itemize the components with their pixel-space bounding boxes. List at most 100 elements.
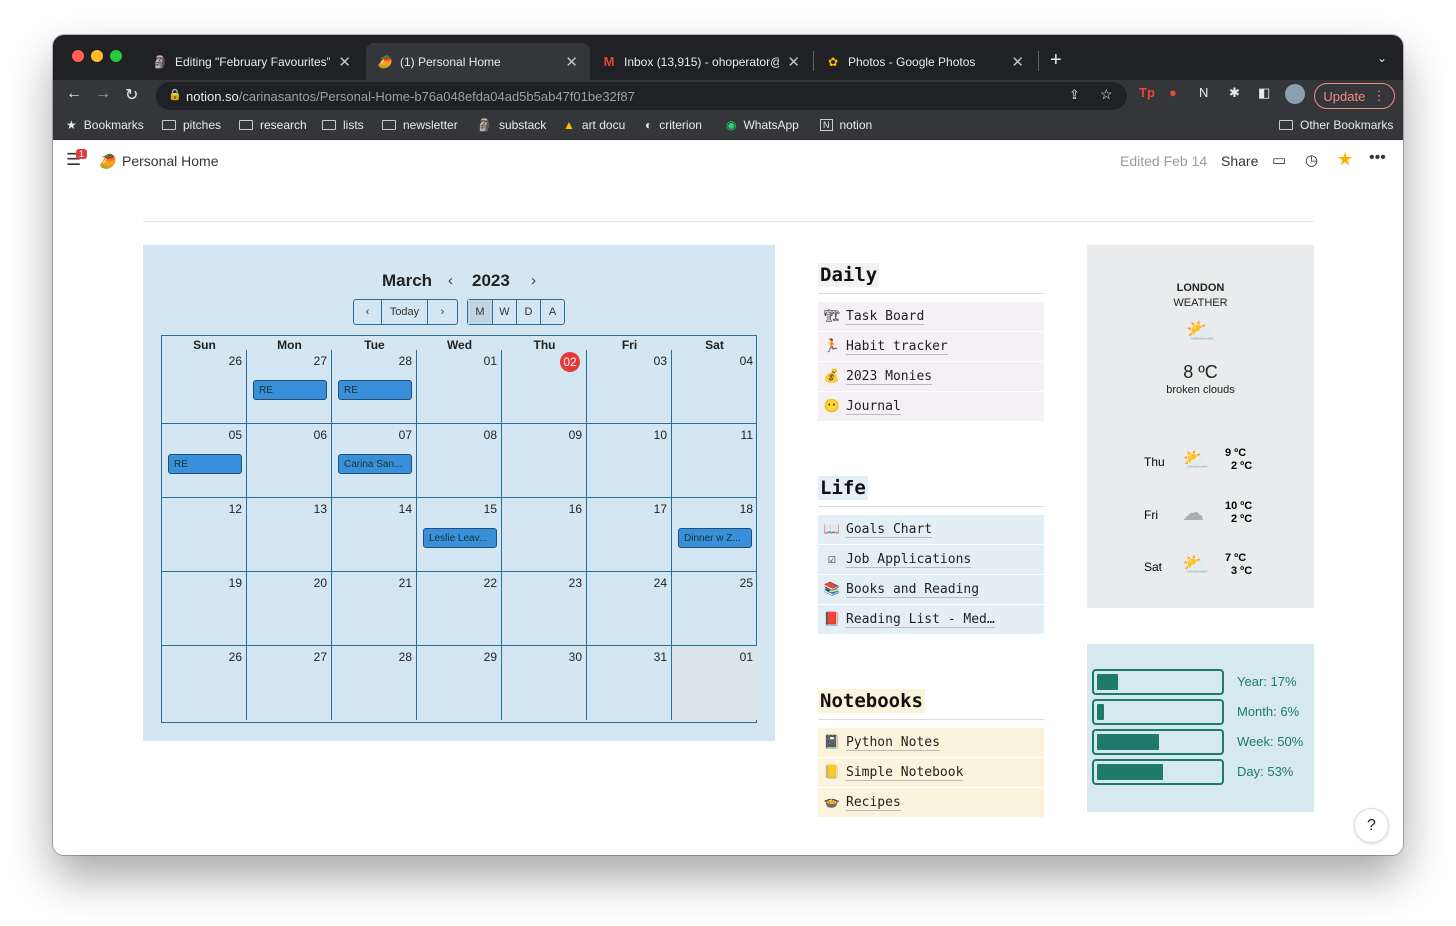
bookmark-star-icon[interactable]: ☆ xyxy=(1100,86,1113,103)
calendar-event[interactable]: Dinner w Z... xyxy=(678,528,752,548)
view-agenda-button[interactable]: A xyxy=(541,300,564,324)
side-panel-icon[interactable]: ◧ xyxy=(1258,85,1270,101)
bookmark-item[interactable]: ★ Bookmarks xyxy=(66,118,144,132)
calendar-day-cell[interactable]: 23 xyxy=(502,572,587,646)
profile-avatar[interactable] xyxy=(1285,84,1305,104)
extension-hand-icon[interactable]: ● xyxy=(1169,85,1177,100)
calendar-event[interactable]: RE xyxy=(168,454,242,474)
update-button[interactable]: Update ⋮ xyxy=(1314,83,1395,109)
browser-tab[interactable]: M Inbox (13,915) - ohoperator@g ✕ xyxy=(590,43,812,80)
calendar-event[interactable]: Leslie Leav... xyxy=(423,528,497,548)
close-window-button[interactable] xyxy=(72,50,84,62)
page-link[interactable]: 📕 Reading List - Med… xyxy=(818,605,1044,634)
calendar-day-cell[interactable]: 01 xyxy=(417,350,502,424)
page-link[interactable]: 📚 Books and Reading xyxy=(818,575,1044,604)
view-day-button[interactable]: D xyxy=(517,300,541,324)
more-options-icon[interactable]: ••• xyxy=(1369,149,1386,167)
reload-icon[interactable]: ↻ xyxy=(125,85,138,105)
calendar-day-cell[interactable]: 24 xyxy=(587,572,672,646)
today-button[interactable]: Today xyxy=(382,300,428,324)
view-month-button[interactable]: M xyxy=(468,300,493,324)
calendar-day-cell[interactable]: 31 xyxy=(587,646,672,720)
calendar-event[interactable]: Carina San... xyxy=(338,454,412,474)
calendar-day-cell[interactable]: 03 xyxy=(587,350,672,424)
bookmark-folder[interactable]: newsletter xyxy=(382,118,458,132)
calendar-day-cell[interactable]: 10 xyxy=(587,424,672,498)
calendar-day-cell[interactable]: 26 xyxy=(162,350,247,424)
calendar-day-cell[interactable]: 14 xyxy=(332,498,417,572)
next-month-button[interactable]: › xyxy=(428,300,457,324)
extension-tp-icon[interactable]: Tp xyxy=(1139,85,1155,100)
extension-notion-icon[interactable]: N xyxy=(1199,85,1208,100)
calendar-day-cell[interactable]: 12 xyxy=(162,498,247,572)
calendar-day-cell[interactable]: 06 xyxy=(247,424,332,498)
forward-arrow-icon[interactable]: → xyxy=(95,85,111,103)
calendar-day-cell[interactable]: 27 xyxy=(247,646,332,720)
close-tab-icon[interactable]: ✕ xyxy=(1011,53,1024,71)
page-link[interactable]: 🍲 Recipes xyxy=(818,788,1044,817)
bookmark-item[interactable]: ◐ criterion xyxy=(645,118,702,132)
page-link[interactable]: 💰 2023 Monies xyxy=(818,362,1044,391)
browser-tab-active[interactable]: 🥭 (1) Personal Home ✕ xyxy=(366,43,590,80)
page-link[interactable]: 🏃 Habit tracker xyxy=(818,332,1044,361)
tab-search-chevron-icon[interactable]: ⌄ xyxy=(1377,51,1387,65)
prev-year-chevron-icon[interactable]: ‹ xyxy=(448,272,453,289)
share-button[interactable]: Share xyxy=(1221,153,1258,169)
page-link[interactable]: 📓 Python Notes xyxy=(818,728,1044,757)
bookmark-item[interactable]: ▲ art docu xyxy=(563,118,625,132)
comments-icon[interactable]: ▭ xyxy=(1272,151,1286,169)
page-link[interactable]: 🏗 Task Board xyxy=(818,302,1044,331)
back-arrow-icon[interactable]: ← xyxy=(66,85,82,103)
forecast-high: 7 ºC xyxy=(1225,552,1247,564)
calendar-day-cell[interactable]: 17 xyxy=(587,498,672,572)
calendar-day-cell[interactable]: 28 xyxy=(332,646,417,720)
calendar-day-cell[interactable]: 25 xyxy=(672,572,757,646)
calendar-day-cell[interactable]: 11 xyxy=(672,424,757,498)
help-button[interactable]: ? xyxy=(1354,808,1389,843)
calendar-day-cell[interactable]: 29 xyxy=(417,646,502,720)
bookmark-folder[interactable]: research xyxy=(239,118,307,132)
extensions-puzzle-icon[interactable]: ✱ xyxy=(1229,85,1240,101)
favorite-star-icon[interactable]: ★ xyxy=(1337,149,1353,170)
calendar-event[interactable]: RE xyxy=(253,380,327,400)
calendar-day-cell[interactable]: 02 xyxy=(502,350,587,424)
calendar-day-cell[interactable]: 01 xyxy=(672,646,757,720)
address-bar[interactable]: 🔒 notion.so/carinasantos/Personal-Home-b… xyxy=(156,82,1127,110)
page-link[interactable]: 📖 Goals Chart xyxy=(818,515,1044,544)
calendar-day-cell[interactable]: 09 xyxy=(502,424,587,498)
calendar-day-cell[interactable]: 30 xyxy=(502,646,587,720)
calendar-day-cell[interactable]: 19 xyxy=(162,572,247,646)
bookmark-folder[interactable]: lists xyxy=(322,118,364,132)
bookmark-item[interactable]: Nnotion xyxy=(820,118,872,132)
browser-tab[interactable]: ✿ Photos - Google Photos ✕ xyxy=(814,43,1036,80)
other-bookmarks-folder[interactable]: Other Bookmarks xyxy=(1279,118,1393,132)
share-page-icon[interactable]: ⇪ xyxy=(1069,87,1080,103)
close-tab-icon[interactable]: ✕ xyxy=(565,53,578,71)
bookmark-item[interactable]: 🗿 substack xyxy=(477,118,546,132)
calendar-day-cell[interactable]: 21 xyxy=(332,572,417,646)
browser-tab[interactable]: 🗿 Editing "February Favourites" - ✕ xyxy=(141,43,363,80)
next-year-chevron-icon[interactable]: › xyxy=(531,272,536,289)
page-title[interactable]: Personal Home xyxy=(122,153,219,169)
calendar-day-cell[interactable]: 22 xyxy=(417,572,502,646)
calendar-day-cell[interactable]: 16 xyxy=(502,498,587,572)
view-week-button[interactable]: W xyxy=(493,300,517,324)
calendar-event[interactable]: RE xyxy=(338,380,412,400)
new-tab-plus-icon[interactable]: + xyxy=(1050,49,1062,72)
close-tab-icon[interactable]: ✕ xyxy=(787,53,800,71)
calendar-day-cell[interactable]: 08 xyxy=(417,424,502,498)
minimize-window-button[interactable] xyxy=(91,50,103,62)
bookmark-item[interactable]: ◉ WhatsApp xyxy=(726,118,799,132)
page-link[interactable]: 📒 Simple Notebook xyxy=(818,758,1044,787)
page-link[interactable]: ☑ Job Applications xyxy=(818,545,1044,574)
maximize-window-button[interactable] xyxy=(110,50,122,62)
prev-month-button[interactable]: ‹ xyxy=(354,300,382,324)
history-clock-icon[interactable]: ◷ xyxy=(1305,151,1318,169)
calendar-day-cell[interactable]: 26 xyxy=(162,646,247,720)
calendar-day-cell[interactable]: 04 xyxy=(672,350,757,424)
page-link[interactable]: 😶 Journal xyxy=(818,392,1044,421)
calendar-day-cell[interactable]: 13 xyxy=(247,498,332,572)
close-tab-icon[interactable]: ✕ xyxy=(338,53,351,71)
calendar-day-cell[interactable]: 20 xyxy=(247,572,332,646)
bookmark-folder[interactable]: pitches xyxy=(162,118,221,132)
